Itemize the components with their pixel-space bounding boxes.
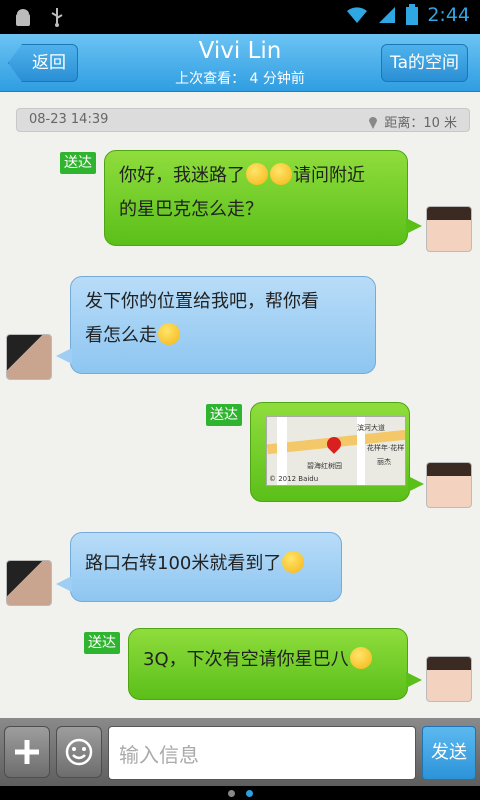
message-text: 你好，我迷路了 xyxy=(119,165,245,186)
embarrassed-emoji-icon xyxy=(270,163,292,185)
message-date: 08-23 14:39 xyxy=(29,112,109,127)
message-text: 3Q，下次有空请你星巴八 xyxy=(143,649,349,670)
map-label: 丽杰 xyxy=(377,458,391,466)
delivered-badge: 送达 xyxy=(206,404,242,426)
smile-emoji-icon xyxy=(158,323,180,345)
profile-space-button[interactable]: Ta的空间 xyxy=(381,44,468,82)
map-label: 花样年·花样 xyxy=(367,444,405,452)
bubble-tail xyxy=(56,348,72,364)
message-text: 路口右转100米就看到了 xyxy=(85,553,282,574)
message-text: 请问附近 xyxy=(293,165,365,186)
message-bubble-received[interactable]: 发下你的位置给我吧，帮你看 看怎么走 xyxy=(70,276,376,374)
distance: 距离：10 米 xyxy=(368,112,457,131)
message-bubble-received[interactable]: 路口右转100米就看到了 xyxy=(70,532,342,602)
title-bar: 返回 Vivi Lin 上次查看： 4 分钟前 Ta的空间 xyxy=(0,34,480,92)
embarrassed-emoji-icon xyxy=(246,163,268,185)
avatar-me[interactable] xyxy=(426,206,472,252)
map-copyright: © 2012 Baidu xyxy=(269,475,319,483)
plus-icon xyxy=(15,740,39,764)
page-dot xyxy=(228,790,235,797)
bubble-tail xyxy=(56,576,72,592)
page-indicator xyxy=(0,786,480,800)
input-bar: 输入信息 发送 xyxy=(0,718,480,786)
cool-sunglasses-emoji-icon xyxy=(282,551,305,573)
signal-icon xyxy=(379,7,396,23)
wifi-icon xyxy=(347,7,368,23)
delivered-badge: 送达 xyxy=(84,632,120,654)
battery-icon xyxy=(406,4,419,25)
message-text: 看怎么走 xyxy=(85,325,157,346)
location-pin-icon xyxy=(369,116,378,129)
bubble-tail xyxy=(408,476,424,492)
tongue-emoji-icon xyxy=(349,647,372,669)
smiley-face-icon xyxy=(65,738,93,766)
usb-icon xyxy=(51,8,63,27)
message-text: 发下你的位置给我吧，帮你看 xyxy=(85,291,319,312)
page-dot-active xyxy=(246,790,253,797)
status-bar: 2:44 xyxy=(0,0,480,34)
add-attachment-button[interactable] xyxy=(4,726,50,778)
distance-text: 距离：10 米 xyxy=(384,116,457,131)
avatar-me[interactable] xyxy=(426,462,472,508)
avatar-contact[interactable] xyxy=(6,560,52,606)
message-bubble-sent[interactable]: 3Q，下次有空请你星巴八 xyxy=(128,628,408,700)
info-bar: 08-23 14:39 距离：10 米 xyxy=(16,108,470,132)
bubble-tail xyxy=(406,218,422,234)
message-text: 的星巴克怎么走？ xyxy=(119,199,263,220)
avatar-me[interactable] xyxy=(426,656,472,702)
android-debug-icon xyxy=(16,9,30,26)
message-bubble-sent[interactable]: 你好，我迷路了 请问附近 的星巴克怎么走？ xyxy=(104,150,408,246)
send-button[interactable]: 发送 xyxy=(422,726,476,780)
location-map-thumbnail[interactable]: 滨河大道 花样年·花样 碧海红树园 丽杰 © 2012 Baidu xyxy=(266,416,406,486)
map-label: 滨河大道 xyxy=(357,424,385,432)
message-input[interactable]: 输入信息 xyxy=(108,726,416,780)
clock: 2:44 xyxy=(427,4,470,26)
map-label: 碧海红树园 xyxy=(307,462,342,470)
bubble-tail xyxy=(406,672,422,688)
delivered-badge: 送达 xyxy=(60,152,96,174)
avatar-contact[interactable] xyxy=(6,334,52,380)
emoji-button[interactable] xyxy=(56,726,102,778)
